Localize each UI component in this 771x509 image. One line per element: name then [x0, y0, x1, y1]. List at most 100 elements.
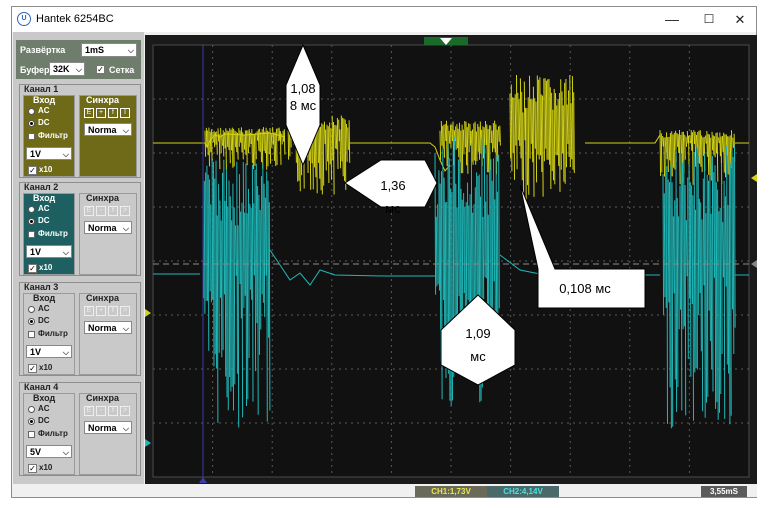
trigger-bottom-marker[interactable] [199, 477, 207, 483]
dc-label: DC [38, 316, 50, 325]
ac-radio[interactable] [28, 306, 35, 313]
dc-radio[interactable] [28, 418, 35, 425]
maximize-button[interactable]: ☐ [692, 7, 726, 32]
x10-label: x10 [39, 263, 53, 272]
edge-falling-button[interactable]: E [84, 206, 94, 216]
x10-checkbox[interactable]: ✓ [28, 166, 37, 175]
ch2-voltage-readout: CH2:4,14V [487, 486, 559, 497]
timebase-label: Развёртка [20, 45, 66, 55]
hantek-logo-icon: U [17, 12, 31, 26]
edge-rising-button[interactable]: + [96, 108, 106, 118]
filter-label: Фильтр [38, 329, 68, 338]
annotation-4-line2: мс [470, 349, 486, 364]
x10-label: x10 [39, 363, 53, 372]
ch1-level-marker[interactable] [145, 309, 151, 317]
filter-checkbox[interactable] [28, 331, 35, 338]
edge-level-button[interactable]: > [120, 406, 130, 416]
edge-pulse-button[interactable]: f [108, 306, 118, 316]
ac-radio[interactable] [28, 406, 35, 413]
sync-mode-select[interactable]: Norma ⌵ [84, 221, 132, 234]
filter-checkbox[interactable] [28, 431, 35, 438]
input-label: Вход [33, 293, 56, 303]
channel-3-title: Канал 3 [24, 282, 59, 292]
close-button[interactable]: ✕ [723, 7, 757, 32]
ac-label: AC [38, 404, 50, 413]
buffer-select[interactable]: 32K ⌵ [49, 62, 85, 76]
chevron-down-icon: ⌵ [62, 448, 69, 457]
channel-2-input-box[interactable]: Вход AC DC Фильтр 1V ⌵ ✓ x10 [23, 193, 75, 275]
sync-label: Синхра [86, 393, 119, 403]
annotation-2-line2: мс [385, 201, 401, 216]
channel-3-group: Канал 3 Вход AC DC Фильтр 1V ⌵ ✓ x10 Синх… [19, 282, 141, 376]
channel-4-group: Канал 4 Вход AC DC Фильтр 5V ⌵ ✓ x10 Синх… [19, 382, 141, 476]
annotation-4-line1: 1,09 [465, 326, 490, 341]
volts-select[interactable]: 1V ⌵ [26, 147, 72, 160]
channel-2-sync-box: Синхра E - f > Norma ⌵ [79, 193, 137, 275]
x10-checkbox[interactable]: ✓ [28, 464, 37, 473]
channel-1-input-box[interactable]: Вход AC DC Фильтр 1V ⌵ ✓ x10 [23, 95, 75, 177]
edge-falling-button[interactable]: E [84, 406, 94, 416]
input-label: Вход [33, 95, 56, 105]
trigger-level-marker[interactable] [751, 260, 757, 268]
oscilloscope-display[interactable]: 1,08 8 мс 1,36 мс 0,108 мс 1,09 мс [145, 35, 757, 484]
x10-checkbox[interactable]: ✓ [28, 264, 37, 273]
sync-mode-select[interactable]: Norma ⌵ [84, 123, 132, 136]
ch2-level-marker[interactable] [145, 439, 151, 447]
channel-4-input-box[interactable]: Вход AC DC Фильтр 5V ⌵ ✓ x10 [23, 393, 75, 475]
status-bar: CH1:1,73V CH2:4,14V 3,55mS [13, 484, 757, 497]
sync-mode-value: Norma [88, 423, 117, 433]
volts-select[interactable]: 1V ⌵ [26, 245, 72, 258]
chevron-down-icon: ⌵ [122, 424, 129, 433]
edge-rising-button[interactable]: - [96, 406, 106, 416]
ch1-offset-marker[interactable] [751, 174, 757, 182]
sync-label: Синхра [86, 193, 119, 203]
sync-mode-select[interactable]: Norma ⌵ [84, 421, 132, 434]
edge-level-button[interactable]: l [120, 108, 130, 118]
volts-select[interactable]: 5V ⌵ [26, 445, 72, 458]
sync-label: Синхра [86, 293, 119, 303]
x10-label: x10 [39, 463, 53, 472]
edge-level-button[interactable]: > [120, 206, 130, 216]
sync-mode-value: Norma [88, 223, 117, 233]
edge-rising-button[interactable]: - [96, 206, 106, 216]
dc-radio[interactable] [28, 120, 35, 127]
input-label: Вход [33, 393, 56, 403]
filter-checkbox[interactable] [28, 231, 35, 238]
ch1-voltage-readout: CH1:1,73V [415, 486, 487, 497]
sync-mode-select[interactable]: Norma ⌵ [84, 321, 132, 334]
dc-radio[interactable] [28, 218, 35, 225]
volts-select[interactable]: 1V ⌵ [26, 345, 72, 358]
channel-3-sync-box: Синхра E + f > Norma ⌵ [79, 293, 137, 375]
chevron-down-icon: ⌵ [122, 126, 129, 135]
grid-label: Сетка [109, 65, 135, 75]
volts-value: 5V [30, 447, 42, 457]
timebase-value: 1mS [85, 45, 105, 55]
volts-value: 1V [30, 247, 42, 257]
edge-falling-button[interactable]: E [84, 306, 94, 316]
ac-radio[interactable] [28, 108, 35, 115]
channel-3-input-box[interactable]: Вход AC DC Фильтр 1V ⌵ ✓ x10 [23, 293, 75, 375]
dc-radio[interactable] [28, 318, 35, 325]
timebase-select[interactable]: 1mS ⌵ [81, 43, 137, 57]
sync-mode-value: Norma [88, 125, 117, 135]
filter-checkbox[interactable] [28, 133, 35, 140]
grid-checkbox[interactable]: ✓ [96, 65, 105, 74]
channel-1-group: Канал 1 Вход AC DC Фильтр 1V ⌵ ✓ x10 Синх… [19, 84, 141, 178]
edge-pulse-button[interactable]: f [108, 406, 118, 416]
ac-radio[interactable] [28, 206, 35, 213]
dc-label: DC [38, 216, 50, 225]
x10-checkbox[interactable]: ✓ [28, 364, 37, 373]
title-bar: U Hantek 6254BC — ☐ ✕ [12, 7, 756, 32]
channel-4-sync-box: Синхра E - f > Norma ⌵ [79, 393, 137, 475]
channel-2-title: Канал 2 [24, 182, 59, 192]
chevron-down-icon: ⌵ [127, 46, 134, 55]
edge-falling-button[interactable]: E [84, 108, 94, 118]
chevron-down-icon: ⌵ [62, 150, 69, 159]
waveform-canvas: 1,08 8 мс 1,36 мс 0,108 мс 1,09 мс [145, 37, 757, 483]
ac-label: AC [38, 304, 50, 313]
minimize-button[interactable]: — [655, 7, 689, 32]
edge-rising-button[interactable]: + [96, 306, 106, 316]
edge-pulse-button[interactable]: f [108, 206, 118, 216]
edge-level-button[interactable]: > [120, 306, 130, 316]
edge-pulse-button[interactable]: f [108, 108, 118, 118]
